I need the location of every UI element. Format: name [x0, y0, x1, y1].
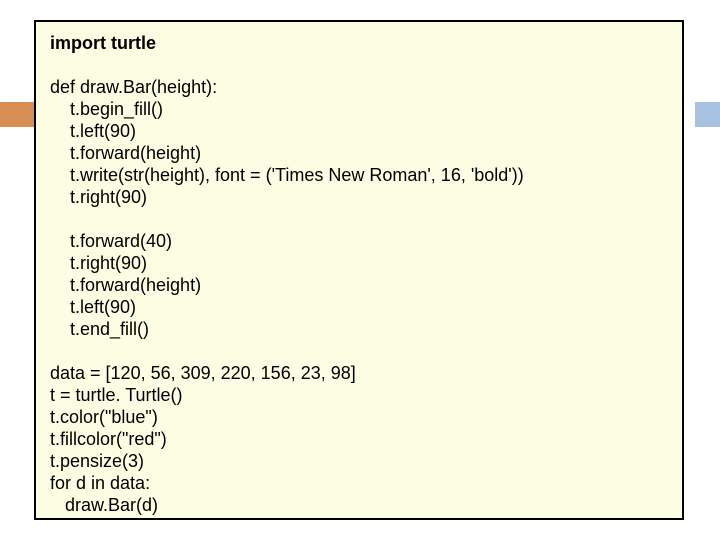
- code-line-22: draw.Bar(d): [50, 495, 158, 515]
- code-line-14: t.end_fill(): [50, 319, 149, 339]
- code-line-19: t.fillcolor("red"): [50, 429, 167, 449]
- code-line-6: t.forward(height): [50, 143, 201, 163]
- code-line-8: t.right(90): [50, 187, 147, 207]
- code-line-18: t.color("blue"): [50, 407, 158, 427]
- code-line-3: def draw.Bar(height):: [50, 77, 217, 97]
- code-line-11: t.right(90): [50, 253, 147, 273]
- code-line-17: t = turtle. Turtle(): [50, 385, 183, 405]
- accent-bar-right: [695, 102, 720, 127]
- code-line-21: for d in data:: [50, 473, 150, 493]
- code-line-4: t.begin_fill(): [50, 99, 163, 119]
- code-line-10: t.forward(40): [50, 231, 172, 251]
- code-line-7: t.write(str(height), font = ('Times New …: [50, 165, 524, 185]
- code-block: import turtle def draw.Bar(height): t.be…: [50, 32, 668, 516]
- code-line-1: import turtle: [50, 33, 156, 53]
- code-line-12: t.forward(height): [50, 275, 201, 295]
- code-line-13: t.left(90): [50, 297, 136, 317]
- accent-bar-left: [0, 102, 34, 127]
- code-box: import turtle def draw.Bar(height): t.be…: [34, 20, 684, 520]
- code-line-16: data = [120, 56, 309, 220, 156, 23, 98]: [50, 363, 356, 383]
- code-line-5: t.left(90): [50, 121, 136, 141]
- code-line-20: t.pensize(3): [50, 451, 144, 471]
- slide: import turtle def draw.Bar(height): t.be…: [0, 0, 720, 540]
